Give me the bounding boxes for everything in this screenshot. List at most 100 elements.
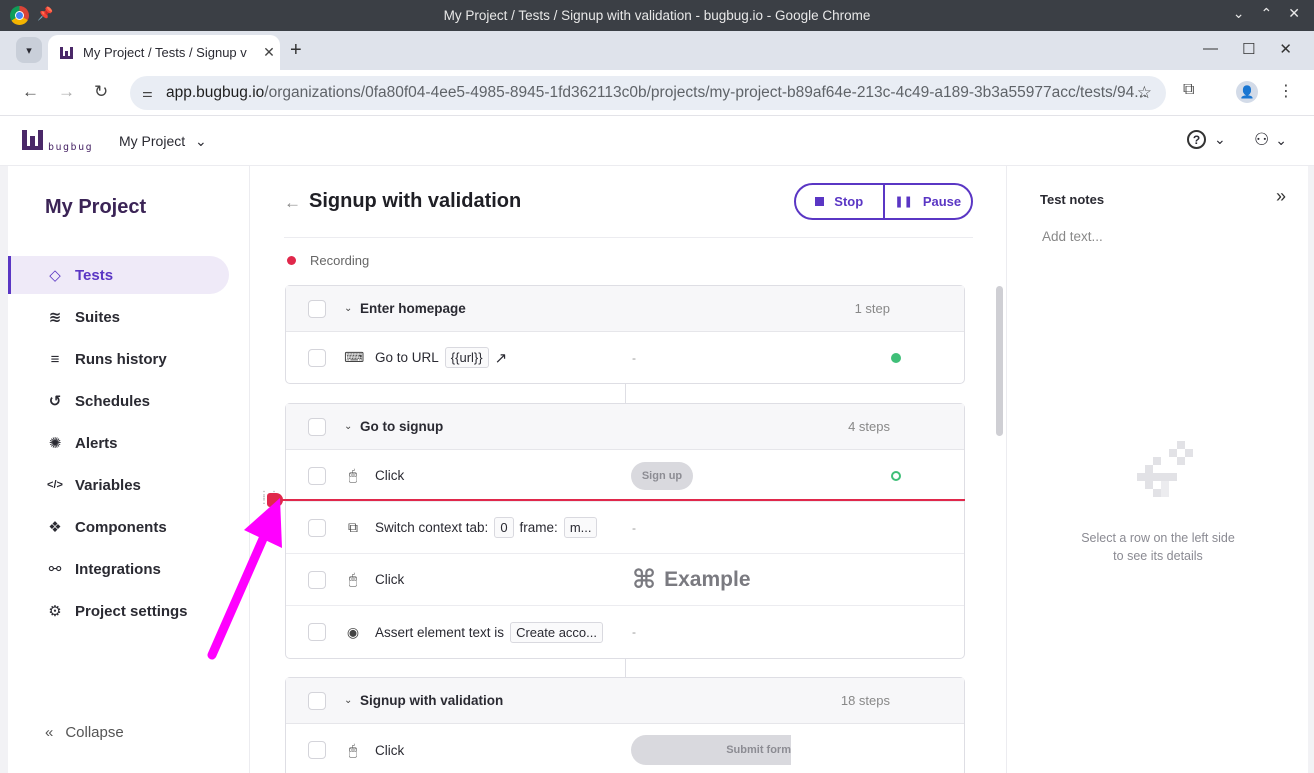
sidebar-item-project-settings[interactable]: ⚙ Project settings: [8, 592, 229, 630]
browser-menu-icon[interactable]: ⋮: [1278, 81, 1294, 101]
profile-button[interactable]: 👤: [1236, 81, 1258, 103]
sidebar-item-alerts[interactable]: ✺ Alerts: [8, 424, 229, 462]
step-empty-value: -: [632, 625, 636, 639]
group-header[interactable]: ⌄ Signup with validation 18 steps: [286, 678, 964, 724]
sidebar-item-label: Variables: [75, 476, 141, 494]
double-chevron-right-icon[interactable]: »: [1276, 186, 1286, 207]
step-row[interactable]: ◉ Assert element text is Create acco... …: [286, 606, 964, 658]
sidebar-item-schedules[interactable]: ↺ Schedules: [8, 382, 229, 420]
close-icon[interactable]: ✕: [1279, 40, 1292, 58]
group-header[interactable]: ⌄ Enter homepage 1 step: [286, 286, 964, 332]
step-checkbox[interactable]: [308, 518, 326, 537]
chevron-down-icon[interactable]: ⌄: [344, 421, 352, 432]
sidebar-item-variables[interactable]: </> Variables: [8, 466, 229, 504]
page-title: Signup with validation: [309, 190, 522, 212]
help-icon: ?: [1187, 130, 1206, 149]
forward-icon[interactable]: →: [58, 82, 75, 102]
group-connector: [625, 658, 626, 677]
sidebar-item-label: Components: [75, 518, 167, 536]
close-window-icon[interactable]: ✕: [1288, 5, 1300, 22]
browser-tab[interactable]: My Project / Tests / Signup v ✕: [48, 35, 280, 70]
back-arrow-icon[interactable]: ←: [284, 193, 301, 213]
status-passed-icon: [891, 352, 901, 363]
minimize-icon[interactable]: —: [1203, 40, 1218, 58]
new-tab-icon[interactable]: +: [290, 39, 302, 62]
step-checkbox[interactable]: [308, 623, 326, 641]
window-edge: [1308, 166, 1314, 773]
step-row[interactable]: 🖱 Click ⌘ Example: [286, 554, 964, 606]
switch-context-icon: ⧉: [348, 519, 358, 535]
help-menu-button[interactable]: ? ⌄: [1187, 130, 1226, 149]
sidebar-item-label: Alerts: [75, 434, 118, 452]
external-link-icon[interactable]: ↗: [495, 349, 508, 367]
sidebar-item-label: Schedules: [75, 392, 151, 410]
site-info-icon[interactable]: ⚌: [142, 86, 158, 100]
step-name: Assert element text is: [375, 624, 505, 640]
step-row[interactable]: 🖱 Click Submit form: [286, 724, 964, 773]
step-checkbox[interactable]: [308, 570, 326, 589]
sidebar-item-components[interactable]: ❖ Components: [8, 508, 229, 546]
chevron-down-icon[interactable]: ⌄: [344, 695, 352, 706]
group-checkbox[interactable]: [308, 691, 326, 710]
group-checkbox[interactable]: [308, 417, 326, 436]
step-row[interactable]: ⌨ Go to URL {{url}} ↗ -: [286, 332, 964, 383]
url-host: app.bugbug.io: [166, 84, 265, 101]
step-row[interactable]: 🖱 Click Sign up: [286, 450, 964, 502]
user-menu-button[interactable]: ⚇ ⌄: [1254, 130, 1287, 150]
step-checkbox[interactable]: [308, 741, 326, 759]
pin-icon[interactable]: 📌: [37, 6, 53, 22]
extensions-icon[interactable]: ⧉: [1183, 81, 1194, 99]
recording-dot-icon: [287, 256, 296, 265]
chevron-down-icon: ⌄: [1214, 131, 1226, 147]
group-header[interactable]: ⌄ Go to signup 4 steps: [286, 404, 964, 450]
chevron-down-icon[interactable]: ⌄: [1233, 5, 1245, 22]
history-icon: ↺: [48, 393, 62, 410]
empty-state-text: Select a row on the left side to see its…: [1007, 529, 1309, 565]
url-path: /organizations/0fa80f04-4ee5-4985-8945-1…: [264, 84, 1148, 101]
close-tab-icon[interactable]: ✕: [258, 44, 280, 61]
mouse-icon: 🖱: [348, 467, 358, 483]
stop-button[interactable]: Stop: [796, 185, 883, 218]
collapse-sidebar-button[interactable]: « Collapse: [45, 724, 124, 741]
sidebar-item-integrations[interactable]: ⚯ Integrations: [8, 550, 229, 588]
step-group[interactable]: ⌄ Go to signup 4 steps 🖱 Click Sign up ⧉…: [285, 403, 965, 659]
scrollbar[interactable]: [996, 286, 1003, 436]
eye-assert-icon: ◉: [346, 623, 360, 640]
group-checkbox[interactable]: [308, 299, 326, 318]
code-icon: </>: [47, 479, 63, 491]
project-selector-label: My Project: [119, 133, 186, 149]
group-step-count: 1 step: [854, 301, 890, 316]
maximize-icon[interactable]: ☐: [1242, 40, 1255, 58]
step-param-chip: m...: [563, 517, 598, 538]
step-group[interactable]: ⌄ Enter homepage 1 step ⌨ Go to URL {{ur…: [285, 285, 965, 384]
chevron-down-icon[interactable]: ⌄: [344, 303, 352, 314]
sidebar-item-label: Project settings: [75, 602, 188, 620]
bookmark-star-icon[interactable]: ☆: [1137, 83, 1152, 103]
url-input[interactable]: ⚌ app.bugbug.io/organizations/0fa80f04-4…: [130, 76, 1166, 110]
terminal-icon: ⌨: [344, 349, 365, 365]
element-screenshot: Submit form: [631, 735, 791, 765]
pause-label: Pause: [922, 194, 962, 209]
step-checkbox[interactable]: [308, 466, 326, 485]
pause-button[interactable]: ❚❚ Pause: [882, 185, 972, 218]
step-checkbox[interactable]: [308, 348, 326, 367]
profile-avatar-icon: 👤: [1236, 81, 1258, 103]
sidebar: My Project ◇ Tests ≋ Suites ≡ Runs history ↺ Sc…: [0, 166, 250, 773]
back-icon[interactable]: ←: [22, 82, 39, 102]
reload-icon[interactable]: ↻: [94, 82, 108, 102]
bugbug-logo[interactable]: bugbug: [22, 130, 94, 154]
logo-text: bugbug: [48, 142, 94, 153]
stop-label: Stop: [834, 194, 864, 209]
sidebar-item-runs-history[interactable]: ≡ Runs history: [8, 340, 229, 378]
sidebar-item-suites[interactable]: ≋ Suites: [8, 298, 229, 336]
sidebar-item-tests[interactable]: ◇ Tests: [8, 256, 229, 294]
step-param-chip: {{url}}: [444, 347, 489, 368]
step-row[interactable]: ⧉ Switch context tab: 0 frame: m... -: [286, 502, 964, 554]
step-param-chip: Create acco...: [510, 621, 603, 643]
project-selector[interactable]: My Project ⌄: [119, 133, 207, 150]
tab-search-button[interactable]: ▾: [16, 37, 42, 63]
step-group[interactable]: ⌄ Signup with validation 18 steps 🖱 Clic…: [285, 677, 965, 773]
chevron-up-icon[interactable]: ⌃: [1261, 5, 1273, 22]
notes-input[interactable]: Add text...: [1042, 229, 1103, 244]
tab-strip: ▾ My Project / Tests / Signup v ✕ + — ☐ …: [0, 31, 1314, 70]
